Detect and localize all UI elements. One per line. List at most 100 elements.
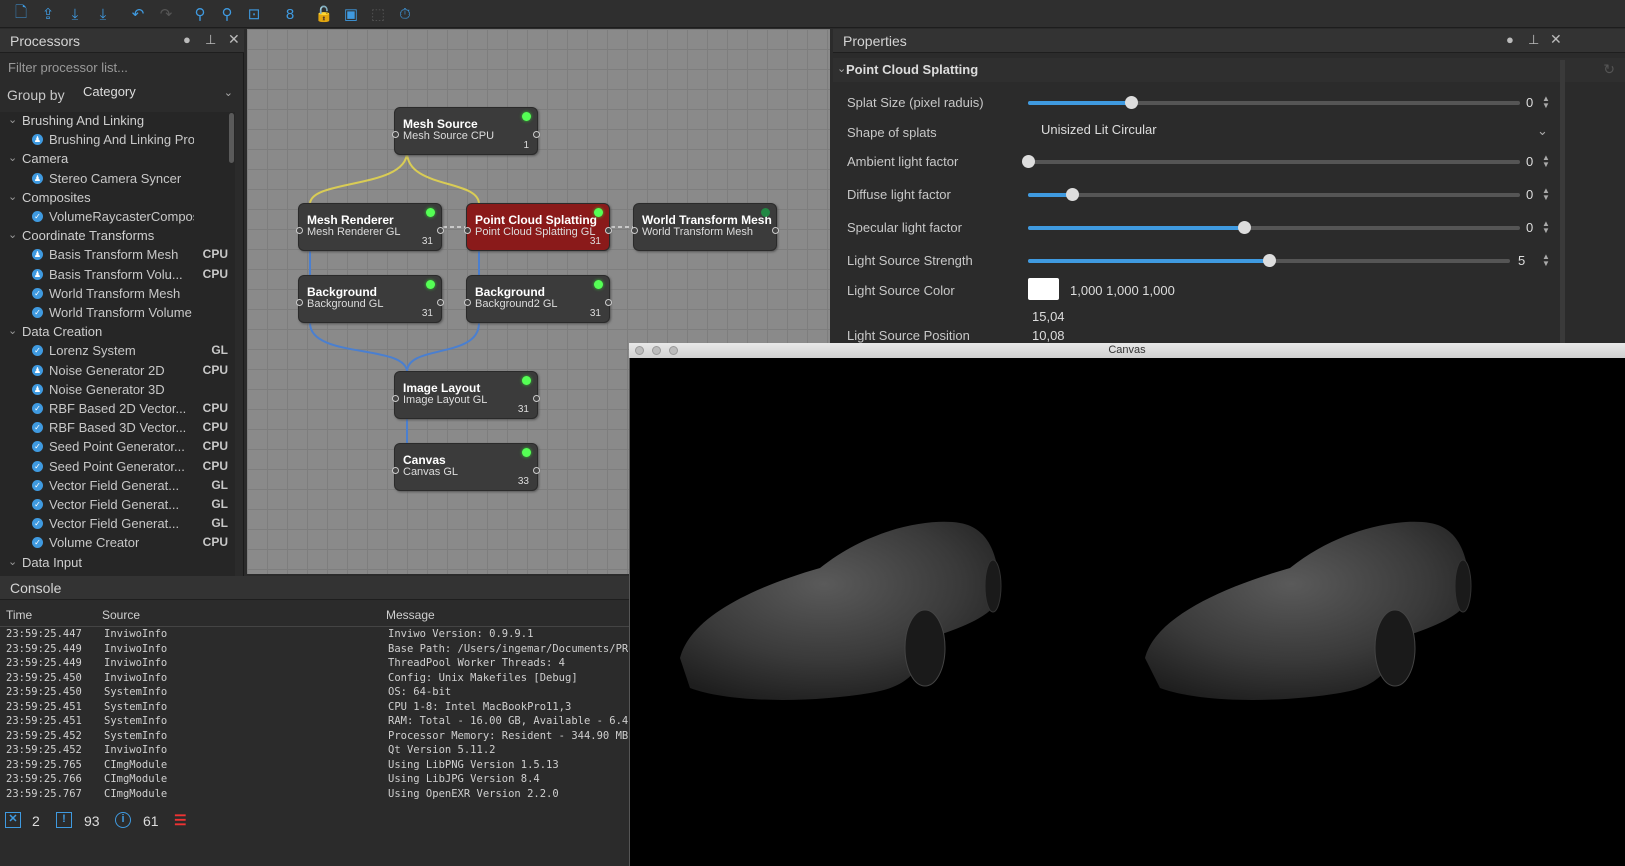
undo-icon[interactable]: ↶: [127, 4, 149, 24]
category-row[interactable]: ⌄ Composites: [0, 189, 235, 208]
group-by-select[interactable]: Category ⌄: [83, 84, 243, 106]
processor-item[interactable]: ✓ World Transform Volume: [0, 304, 235, 323]
slider-handle[interactable]: [1022, 155, 1035, 168]
link-port[interactable]: [464, 299, 471, 306]
close-icon[interactable]: ✕: [1550, 31, 1562, 48]
processor-item[interactable]: ♟ Noise Generator 3D: [0, 381, 235, 400]
link-port[interactable]: [605, 227, 612, 234]
reset-icon[interactable]: ↻: [1603, 61, 1615, 78]
category-row[interactable]: ⌄ Data Creation: [0, 323, 235, 342]
processor-item[interactable]: ♟ Basis Transform Volu... CPU: [0, 266, 235, 285]
section-header[interactable]: ⌄ Point Cloud Splatting ↻: [833, 58, 1625, 82]
close-icon[interactable]: ✕: [228, 31, 240, 48]
save-download-icon[interactable]: ⤓: [64, 4, 86, 24]
node-world-transform[interactable]: World Transform Mesh World Transform Mesh: [631, 203, 779, 251]
node-background1[interactable]: Background Background GL 31: [296, 275, 444, 323]
link-port[interactable]: [296, 227, 303, 234]
link-port[interactable]: [533, 395, 540, 402]
property-value[interactable]: 0: [1526, 154, 1533, 169]
console-col-message[interactable]: Message: [386, 608, 435, 622]
property-value[interactable]: 0: [1526, 220, 1533, 235]
pin-icon[interactable]: ⊥: [205, 32, 216, 48]
redo-icon[interactable]: ↷: [155, 4, 177, 24]
processor-item[interactable]: ✓ Lorenz System GL: [0, 342, 235, 361]
processor-item[interactable]: ✓ Seed Point Generator... CPU: [0, 458, 235, 477]
warning-icon[interactable]: !: [56, 812, 72, 828]
node-mesh-source[interactable]: Mesh Source Mesh Source CPU 1: [392, 107, 540, 155]
console-col-source[interactable]: Source: [102, 608, 140, 622]
link-port[interactable]: [437, 299, 444, 306]
property-slider[interactable]: [1022, 155, 1520, 168]
link-port[interactable]: [464, 227, 471, 234]
category-row[interactable]: ⌄ Brushing And Linking: [0, 112, 235, 131]
color-swatch[interactable]: [1028, 278, 1059, 300]
node-image-layout[interactable]: Image Layout Image Layout GL 31: [392, 371, 540, 419]
shape-select[interactable]: Unisized Lit Circular: [1041, 122, 1157, 137]
spinner-icon[interactable]: ▲ ▼: [1542, 154, 1550, 169]
property-value[interactable]: 5: [1518, 253, 1525, 268]
property-slider[interactable]: [1028, 188, 1520, 201]
console-col-time[interactable]: Time: [6, 608, 32, 622]
spinner-icon[interactable]: ▲ ▼: [1542, 187, 1550, 202]
processor-item[interactable]: ♟ Basis Transform Mesh CPU: [0, 246, 235, 265]
link-port[interactable]: [296, 299, 303, 306]
new-file-icon[interactable]: 🗋: [10, 4, 32, 24]
processor-item[interactable]: ✓ Volume Creator CPU: [0, 534, 235, 553]
node-point-cloud[interactable]: Point Cloud Splatting Point Cloud Splatti…: [464, 203, 612, 251]
spinner-icon[interactable]: ▲ ▼: [1542, 220, 1550, 235]
processor-item[interactable]: ✓ RBF Based 3D Vector... CPU: [0, 419, 235, 438]
processor-item[interactable]: ✓ RBF Based 2D Vector... CPU: [0, 400, 235, 419]
slider-handle[interactable]: [1263, 254, 1276, 267]
open-upload-icon[interactable]: ⇪: [37, 4, 59, 24]
link-port[interactable]: [605, 299, 612, 306]
canvas-window[interactable]: [629, 343, 1625, 866]
link-port[interactable]: [533, 467, 540, 474]
window-minimize-button[interactable]: [652, 346, 661, 355]
spinner-icon[interactable]: ▲ ▼: [1542, 95, 1550, 110]
processor-item[interactable]: ✓ Vector Field Generat... GL: [0, 515, 235, 534]
node-canvas[interactable]: Canvas Canvas GL 33: [392, 443, 540, 491]
clear-log-icon[interactable]: ☰: [174, 812, 187, 829]
numbers-icon[interactable]: 8: [279, 4, 301, 24]
processor-item[interactable]: ♟ Brushing And Linking Proce...: [0, 131, 235, 150]
link-port[interactable]: [392, 467, 399, 474]
pin-icon[interactable]: ⊥: [1528, 32, 1539, 48]
zoom-fit-icon[interactable]: ⊡: [243, 4, 265, 24]
dotted-screenshot-icon[interactable]: ⬚: [367, 4, 389, 24]
property-value[interactable]: 0: [1526, 95, 1533, 110]
window-zoom-button[interactable]: [669, 346, 678, 355]
timer-icon[interactable]: ⏱: [394, 4, 416, 24]
link-port[interactable]: [533, 131, 540, 138]
spinner-icon[interactable]: ▲ ▼: [1542, 253, 1550, 268]
processor-item[interactable]: ✓ Vector Field Generat... GL: [0, 477, 235, 496]
link-port[interactable]: [631, 227, 638, 234]
float-icon[interactable]: ●: [1506, 32, 1514, 47]
zoom-in-icon[interactable]: ⚲: [189, 4, 211, 24]
error-icon[interactable]: ✕: [5, 812, 21, 828]
processor-item[interactable]: ✓ Seed Point Generator... CPU: [0, 438, 235, 457]
properties-scrollbar[interactable]: [1560, 60, 1565, 343]
property-slider[interactable]: [1028, 96, 1520, 109]
color-value[interactable]: 1,000 1,000 1,000: [1070, 283, 1175, 298]
save-as-icon[interactable]: ⤓: [92, 4, 114, 24]
processor-filter-input[interactable]: Filter processor list...: [8, 60, 238, 80]
link-port[interactable]: [772, 227, 779, 234]
chevron-down-icon[interactable]: ⌄: [1537, 123, 1548, 139]
node-background2[interactable]: Background Background2 GL 31: [464, 275, 612, 323]
link-port[interactable]: [392, 395, 399, 402]
node-mesh-renderer[interactable]: Mesh Renderer Mesh Renderer GL 31: [296, 203, 444, 251]
category-row[interactable]: ⌄ Data Input: [0, 554, 235, 573]
canvas-title[interactable]: Canvas: [629, 343, 1625, 358]
processor-item[interactable]: ♟ Noise Generator 2D CPU: [0, 362, 235, 381]
processor-scrollbar[interactable]: [229, 113, 234, 163]
link-port[interactable]: [392, 131, 399, 138]
processor-item[interactable]: ♟ Stereo Camera Syncer: [0, 170, 235, 189]
category-row[interactable]: ⌄ Camera: [0, 150, 235, 169]
link-port[interactable]: [437, 227, 444, 234]
property-value[interactable]: 0: [1526, 187, 1533, 202]
category-row[interactable]: ⌄ Coordinate Transforms: [0, 227, 235, 246]
float-icon[interactable]: ●: [183, 32, 191, 47]
zoom-out-icon[interactable]: ⚲: [216, 4, 238, 24]
lock-icon[interactable]: 🔓: [313, 4, 335, 24]
property-slider[interactable]: [1028, 254, 1510, 267]
